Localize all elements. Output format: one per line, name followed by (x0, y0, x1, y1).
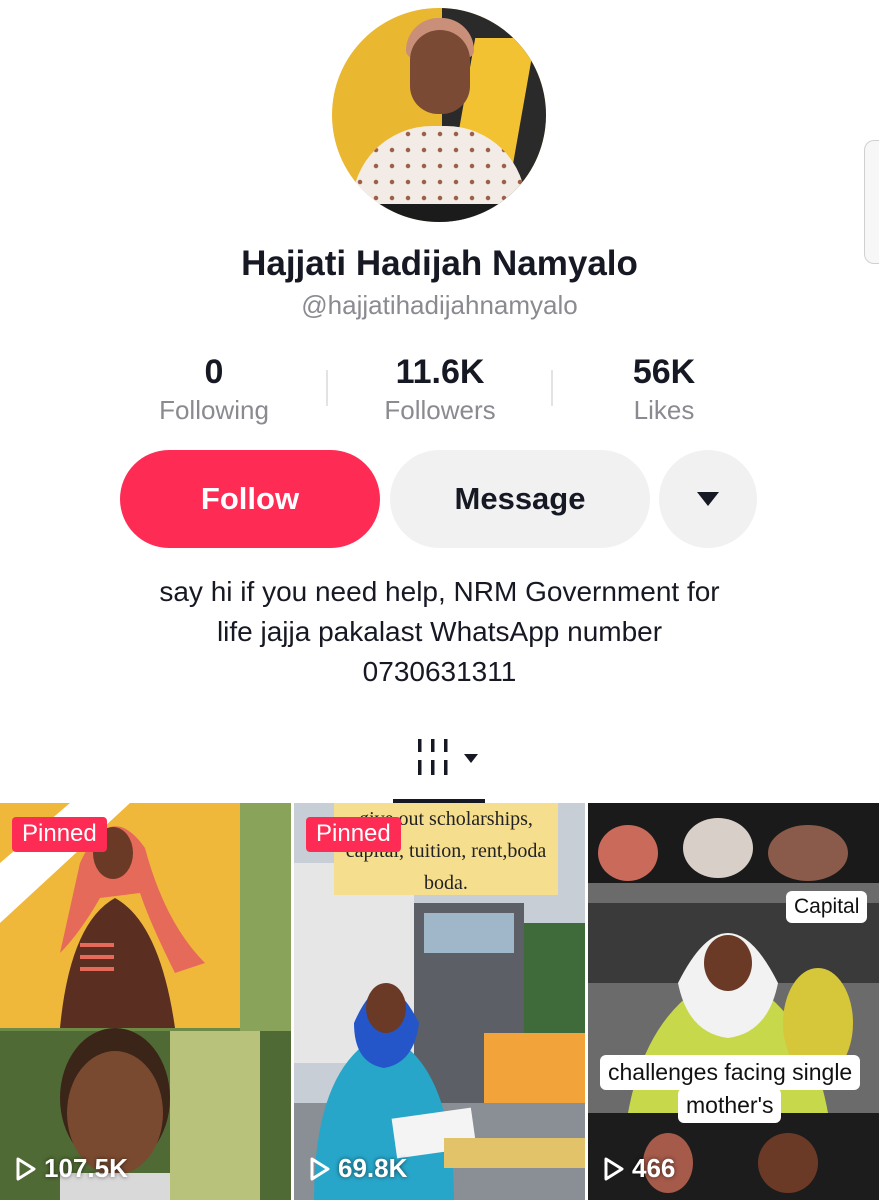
more-options-button[interactable] (659, 450, 757, 548)
stat-value: 11.6K (395, 353, 485, 391)
stat-likes[interactable]: 56K Likes (564, 352, 764, 428)
video-thumbnail (0, 803, 291, 1200)
overlay-line: boda. (424, 872, 468, 894)
stat-divider (326, 370, 328, 406)
view-count: 69.8K (308, 1153, 407, 1184)
play-icon (16, 1157, 36, 1180)
stat-following[interactable]: 0 Following (114, 352, 314, 428)
stat-label: Likes (633, 395, 695, 425)
pinned-badge: Pinned (12, 817, 107, 852)
view-count-value: 107.5K (44, 1153, 128, 1183)
chevron-down-icon (697, 492, 719, 506)
stat-followers[interactable]: 11.6K Followers (340, 352, 540, 428)
video-grid: Pinned 107.5K give out scholarships, cap… (0, 803, 879, 1200)
videos-grid-tab[interactable] (416, 738, 480, 778)
play-icon (310, 1157, 330, 1180)
video-caption: mother's (678, 1088, 782, 1123)
stat-value: 0 (204, 353, 224, 391)
play-icon (604, 1157, 624, 1180)
stat-label: Following (159, 395, 269, 425)
bio-line: life jajja pakalast WhatsApp number (216, 616, 663, 647)
video-tile[interactable]: give out scholarships, capital, tuition,… (294, 803, 585, 1200)
pinned-badge: Pinned (306, 817, 401, 852)
video-tile[interactable]: Capital challenges facing single mother'… (588, 803, 879, 1200)
view-count: 107.5K (14, 1153, 128, 1184)
profile-handle: @hajjatihadijahnamyalo (301, 290, 578, 320)
stat-value: 56K (632, 353, 696, 391)
video-tile[interactable]: Pinned 107.5K (0, 803, 291, 1200)
message-button[interactable]: Message (390, 450, 650, 548)
bio-line: say hi if you need help, NRM Government … (159, 576, 720, 607)
video-caption: challenges facing single (600, 1055, 861, 1090)
view-count-value: 466 (632, 1153, 676, 1183)
video-caption-tag: Capital (786, 891, 868, 923)
grid-icon (418, 739, 448, 775)
view-count-value: 69.8K (338, 1153, 408, 1183)
video-thumbnail (588, 803, 879, 1200)
view-count: 466 (602, 1153, 675, 1184)
stat-divider (551, 370, 553, 406)
chevron-down-icon (464, 754, 478, 763)
bio: say hi if you need help, NRM Government … (0, 572, 879, 692)
follow-button[interactable]: Follow (120, 450, 380, 548)
profile-name: Hajjati Hadijah Namyalo (241, 244, 638, 283)
avatar[interactable] (332, 8, 546, 222)
bio-line: 0730631311 (362, 656, 517, 687)
stat-label: Followers (384, 395, 496, 425)
